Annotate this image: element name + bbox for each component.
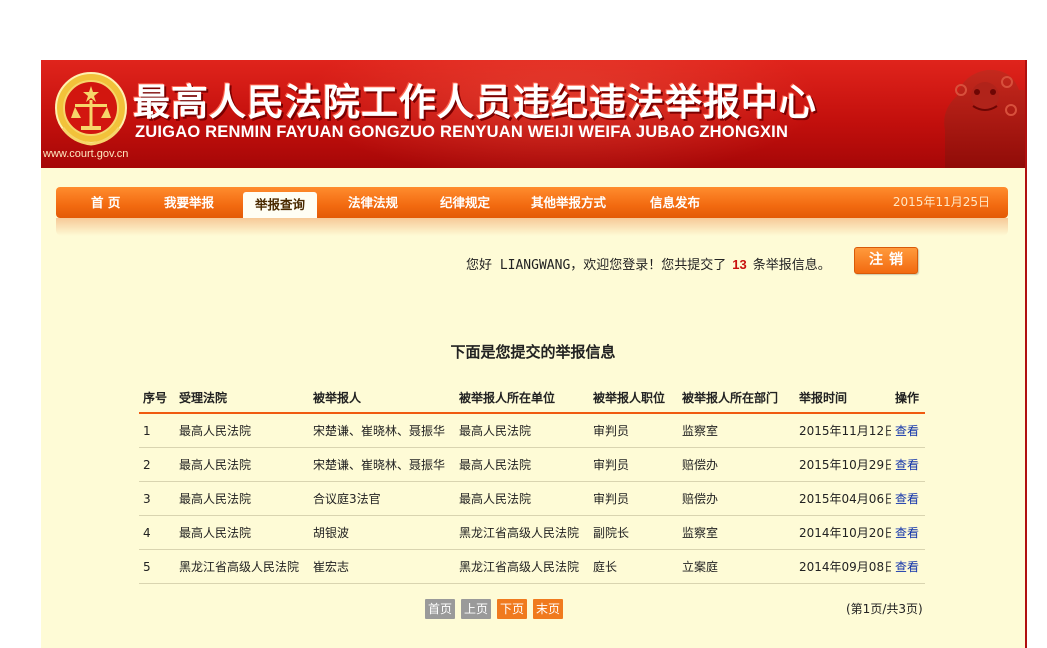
- table-row: 4 最高人民法院 胡银波 黑龙江省高级人民法院 副院长 监察室 2014年10月…: [139, 515, 925, 550]
- column-header: 被举报人职位: [589, 383, 678, 414]
- report-table: 序号 受理法院 被举报人 被举报人所在单位 被举报人职位 被举报人所在部门 举报…: [139, 383, 925, 584]
- table-row: 5 黑龙江省高级人民法院 崔宏志 黑龙江省高级人民法院 庭长 立案庭 2014年…: [139, 549, 925, 584]
- site-url: www.court.gov.cn: [43, 148, 129, 160]
- view-cell: 查看: [891, 447, 925, 482]
- site-title-pinyin: ZUIGAO RENMIN FAYUAN GONGZUO RENYUAN WEI…: [135, 123, 789, 141]
- row-index: 2: [139, 447, 175, 482]
- reported-position: 庭长: [589, 549, 678, 584]
- welcome-prefix: 您好 LIANGWANG，欢迎您登录！您共提交了: [466, 258, 727, 273]
- accepting-court: 最高人民法院: [175, 481, 309, 516]
- row-index: 4: [139, 515, 175, 550]
- report-date: 2014年10月20日: [795, 515, 891, 550]
- report-count: 13: [732, 257, 747, 272]
- reported-position: 副院长: [589, 515, 678, 550]
- table-row: 2 最高人民法院 宋楚谦、崔晓林、聂振华 最高人民法院 审判员 赔偿办 2015…: [139, 447, 925, 482]
- pager-last-button[interactable]: 末页: [533, 599, 564, 619]
- accepting-court: 最高人民法院: [175, 447, 309, 482]
- row-index: 3: [139, 481, 175, 516]
- column-header: 序号: [139, 383, 175, 414]
- accepting-court: 最高人民法院: [175, 515, 309, 550]
- pager-next-button[interactable]: 下页: [497, 599, 528, 619]
- report-list-title: 下面是您提交的举报信息: [450, 343, 616, 361]
- pager-first-button[interactable]: 首页: [425, 599, 456, 619]
- welcome-message: 您好 LIANGWANG，欢迎您登录！您共提交了 13 条举报信息。: [466, 254, 831, 273]
- main-nav: 首 页 我要举报 举报查询 法律法规 纪律规定 其他举报方式 信息发布 2015…: [56, 187, 1008, 218]
- view-link[interactable]: 查看: [895, 526, 919, 540]
- header-banner: www.court.gov.cn 最高人民法院工作人员违纪违法举报中心 ZUIG…: [41, 60, 1025, 168]
- report-date: 2015年11月12日: [795, 413, 891, 448]
- current-date: 2015年11月25日: [892, 195, 990, 209]
- column-header: 受理法院: [175, 383, 309, 414]
- reported-department: 立案庭: [678, 549, 795, 584]
- logout-button[interactable]: 注销: [854, 247, 918, 274]
- report-date: 2015年10月29日: [795, 447, 891, 482]
- reported-person: 宋楚谦、崔晓林、聂振华: [309, 447, 455, 482]
- column-header: 被举报人所在部门: [678, 383, 795, 414]
- reported-unit: 最高人民法院: [455, 447, 589, 482]
- nav-item-report-query[interactable]: 举报查询: [243, 192, 318, 218]
- reported-position: 审判员: [589, 481, 678, 516]
- row-index: 1: [139, 413, 175, 448]
- table-row: 1 最高人民法院 宋楚谦、崔晓林、聂振华 最高人民法院 审判员 监察室 2015…: [139, 413, 925, 448]
- table-row: 3 最高人民法院 合议庭3法官 最高人民法院 审判员 赔偿办 2015年04月0…: [139, 481, 925, 516]
- row-index: 5: [139, 549, 175, 584]
- pager-info: (第1页/共3页): [846, 602, 923, 616]
- reported-person: 合议庭3法官: [309, 481, 455, 516]
- reported-person: 宋楚谦、崔晓林、聂振华: [309, 413, 455, 448]
- column-header: 举报时间: [795, 383, 891, 414]
- reported-department: 赔偿办: [678, 481, 795, 516]
- page-container: www.court.gov.cn 最高人民法院工作人员违纪违法举报中心 ZUIG…: [41, 60, 1027, 648]
- accepting-court: 最高人民法院: [175, 413, 309, 448]
- view-link[interactable]: 查看: [895, 492, 919, 506]
- nav-item-home[interactable]: 首 页: [91, 187, 120, 218]
- view-link[interactable]: 查看: [895, 458, 919, 472]
- column-header: 被举报人: [309, 383, 455, 414]
- view-cell: 查看: [891, 481, 925, 516]
- table-header-row: 序号 受理法院 被举报人 被举报人所在单位 被举报人职位 被举报人所在部门 举报…: [139, 383, 925, 414]
- column-header: 操作: [891, 383, 925, 414]
- stone-lion-icon: [944, 69, 1025, 168]
- court-emblem-icon: [55, 72, 127, 146]
- reported-person: 胡银波: [309, 515, 455, 550]
- view-link[interactable]: 查看: [895, 424, 919, 438]
- welcome-suffix: 条举报信息。: [752, 258, 831, 273]
- accepting-court: 黑龙江省高级人民法院: [175, 549, 309, 584]
- report-date: 2014年09月08日: [795, 549, 891, 584]
- reported-unit: 最高人民法院: [455, 413, 589, 448]
- view-cell: 查看: [891, 515, 925, 550]
- reported-department: 监察室: [678, 515, 795, 550]
- nav-item-submit-report[interactable]: 我要举报: [164, 187, 214, 218]
- reported-unit: 黑龙江省高级人民法院: [455, 515, 589, 550]
- nav-item-laws[interactable]: 法律法规: [348, 187, 398, 218]
- nav-item-other-methods[interactable]: 其他举报方式: [531, 187, 606, 218]
- view-link[interactable]: 查看: [895, 560, 919, 574]
- nav-item-discipline[interactable]: 纪律规定: [440, 187, 490, 218]
- reported-unit: 最高人民法院: [455, 481, 589, 516]
- reported-department: 赔偿办: [678, 447, 795, 482]
- report-date: 2015年04月06日: [795, 481, 891, 516]
- reported-department: 监察室: [678, 413, 795, 448]
- column-header: 被举报人所在单位: [455, 383, 589, 414]
- nav-item-news[interactable]: 信息发布: [650, 187, 700, 218]
- site-title-chinese: 最高人民法院工作人员违纪违法举报中心: [133, 81, 817, 124]
- reported-position: 审判员: [589, 447, 678, 482]
- pager-prev-button[interactable]: 上页: [461, 599, 492, 619]
- reported-person: 崔宏志: [309, 549, 455, 584]
- reported-unit: 黑龙江省高级人民法院: [455, 549, 589, 584]
- view-cell: 查看: [891, 413, 925, 448]
- view-cell: 查看: [891, 549, 925, 584]
- reported-position: 审判员: [589, 413, 678, 448]
